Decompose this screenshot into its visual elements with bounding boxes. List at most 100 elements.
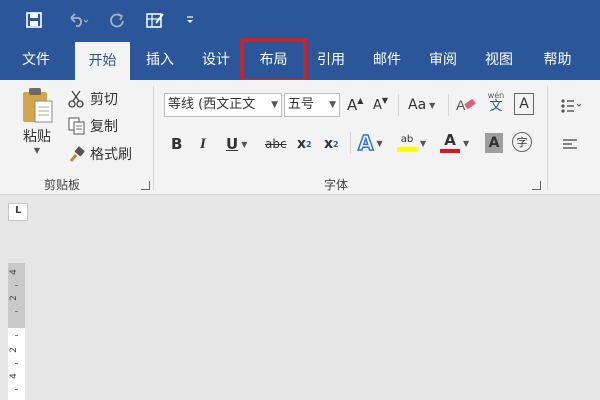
bullet-list-icon: [561, 99, 582, 113]
tab-file[interactable]: 文件: [10, 40, 62, 80]
bullets-button[interactable]: [560, 96, 582, 116]
clipboard-launcher-icon[interactable]: [141, 181, 150, 190]
subscript-mark: 2: [306, 139, 312, 149]
paintbrush-icon: [69, 146, 85, 162]
bold-icon: B: [171, 135, 183, 153]
tab-insert[interactable]: 插入: [134, 40, 186, 80]
tab-view[interactable]: 视图: [473, 40, 525, 80]
chevron-down-icon: ▼: [33, 146, 41, 155]
vertical-ruler: 4 2 2 4: [8, 263, 25, 400]
tab-mailings[interactable]: 邮件: [361, 40, 413, 80]
clipboard-group-label: 剪贴板: [44, 178, 81, 192]
tab-stop-icon: L: [15, 205, 22, 216]
chevron-down-icon: ▼: [463, 138, 470, 148]
superscript-button[interactable]: x2: [324, 133, 339, 155]
align-left-icon: [563, 139, 577, 149]
copy-icon: [68, 117, 85, 135]
chevron-down-icon: ▼: [429, 100, 436, 110]
clear-formatting-button[interactable]: A: [456, 94, 476, 116]
character-shading-button[interactable]: A: [485, 133, 503, 153]
shrink-font-icon: A: [373, 97, 382, 113]
ruler-number: 4: [8, 269, 19, 275]
grow-font-icon: A: [347, 96, 358, 114]
format-painter-label: 格式刷: [90, 147, 132, 163]
font-size-value: 五号: [288, 97, 315, 112]
strikethrough-button[interactable]: abc: [265, 133, 287, 155]
font-launcher-icon[interactable]: [532, 181, 541, 190]
phonetic-guide-icon: 文: [489, 99, 503, 114]
cut-button[interactable]: 剪切: [68, 88, 118, 110]
tab-review[interactable]: 审阅: [417, 40, 469, 80]
highlight-color-swatch: [397, 146, 417, 152]
underline-icon: U: [226, 135, 239, 153]
quick-access-toolbar: [0, 0, 600, 40]
character-border-button[interactable]: A: [514, 93, 534, 115]
redo-icon[interactable]: [106, 8, 128, 32]
clipboard-icon: [23, 88, 53, 123]
strikethrough-icon: abc: [265, 137, 287, 151]
ruler-tab-selector[interactable]: L: [8, 203, 28, 221]
subscript-button[interactable]: x2: [297, 133, 312, 155]
paste-button[interactable]: 粘贴 ▼: [14, 86, 60, 166]
text-effects-button[interactable]: A ▼: [357, 130, 383, 156]
ruler-number: 2: [8, 347, 19, 353]
save-icon[interactable]: [22, 8, 46, 32]
subscript-icon: x: [297, 136, 307, 152]
group-separator: [350, 132, 351, 154]
undo-icon[interactable]: [60, 8, 96, 32]
change-case-icon: Aa: [408, 97, 427, 113]
tab-design[interactable]: 设计: [190, 40, 242, 80]
cut-label: 剪切: [90, 92, 118, 108]
copy-label: 复制: [90, 119, 118, 135]
group-separator: [153, 86, 154, 190]
copy-button[interactable]: 复制: [68, 115, 118, 137]
chevron-down-icon: ▼: [376, 138, 383, 148]
change-case-button[interactable]: Aa ▼: [408, 95, 435, 115]
underline-button[interactable]: U ▼: [226, 133, 247, 155]
chevron-down-icon: ▼: [271, 100, 278, 110]
font-size-select[interactable]: 五号 ▼: [284, 93, 340, 117]
font-name-select[interactable]: 等线 (西文正文 ▼: [164, 93, 282, 117]
phonetic-guide-button[interactable]: wén 文: [486, 92, 506, 118]
tab-help[interactable]: 帮助: [530, 40, 585, 80]
paste-label: 粘贴: [23, 129, 51, 145]
character-shading-icon: A: [488, 135, 500, 151]
superscript-icon: x: [324, 136, 334, 152]
align-left-button[interactable]: [562, 137, 578, 153]
ribbon-home: 粘贴 ▼ 剪切 复制 格式刷 剪贴板 等线 (西文正文 ▼ 五号 ▼ A ▲ A ▼…: [0, 80, 600, 195]
italic-button[interactable]: I: [200, 133, 206, 155]
enclose-characters-icon: 字: [516, 136, 528, 149]
group-separator: [547, 86, 548, 190]
ruler-number: 4: [8, 373, 19, 379]
highlighter-icon: ab: [400, 133, 414, 145]
enclose-characters-button[interactable]: 字: [512, 132, 532, 152]
group-separator: [398, 94, 399, 116]
format-painter-button[interactable]: 格式刷: [68, 143, 132, 165]
shrink-font-button[interactable]: A ▼: [373, 95, 388, 115]
font-color-swatch: [440, 149, 460, 153]
superscript-mark: 2: [333, 139, 339, 149]
eraser-icon: A: [456, 97, 476, 113]
ruler-number: 2: [8, 295, 19, 301]
chevron-down-icon: ▼: [329, 100, 336, 110]
tab-home[interactable]: 开始: [75, 42, 130, 80]
chevron-down-icon: ▼: [241, 139, 248, 149]
text-highlight-button[interactable]: ab ▼: [397, 131, 426, 155]
text-effects-icon: A: [357, 130, 374, 156]
italic-icon: I: [200, 135, 206, 152]
font-color-button[interactable]: A ▼: [440, 131, 469, 155]
font-color-icon: A: [444, 131, 456, 149]
font-name-value: 等线 (西文正文: [168, 97, 256, 112]
highlight-annotation: [240, 38, 307, 83]
chevron-down-icon: ▼: [420, 138, 427, 148]
scissors-icon: [68, 90, 84, 108]
svg-text:A: A: [456, 97, 466, 113]
font-group-label: 字体: [324, 178, 349, 192]
bold-button[interactable]: B: [171, 133, 182, 155]
grow-font-button[interactable]: A ▲: [347, 95, 363, 115]
table-draw-icon[interactable]: [143, 8, 167, 32]
customize-qat-icon[interactable]: [182, 8, 198, 32]
character-border-icon: A: [519, 96, 529, 112]
tab-references[interactable]: 引用: [305, 40, 357, 80]
group-separator: [448, 94, 449, 116]
